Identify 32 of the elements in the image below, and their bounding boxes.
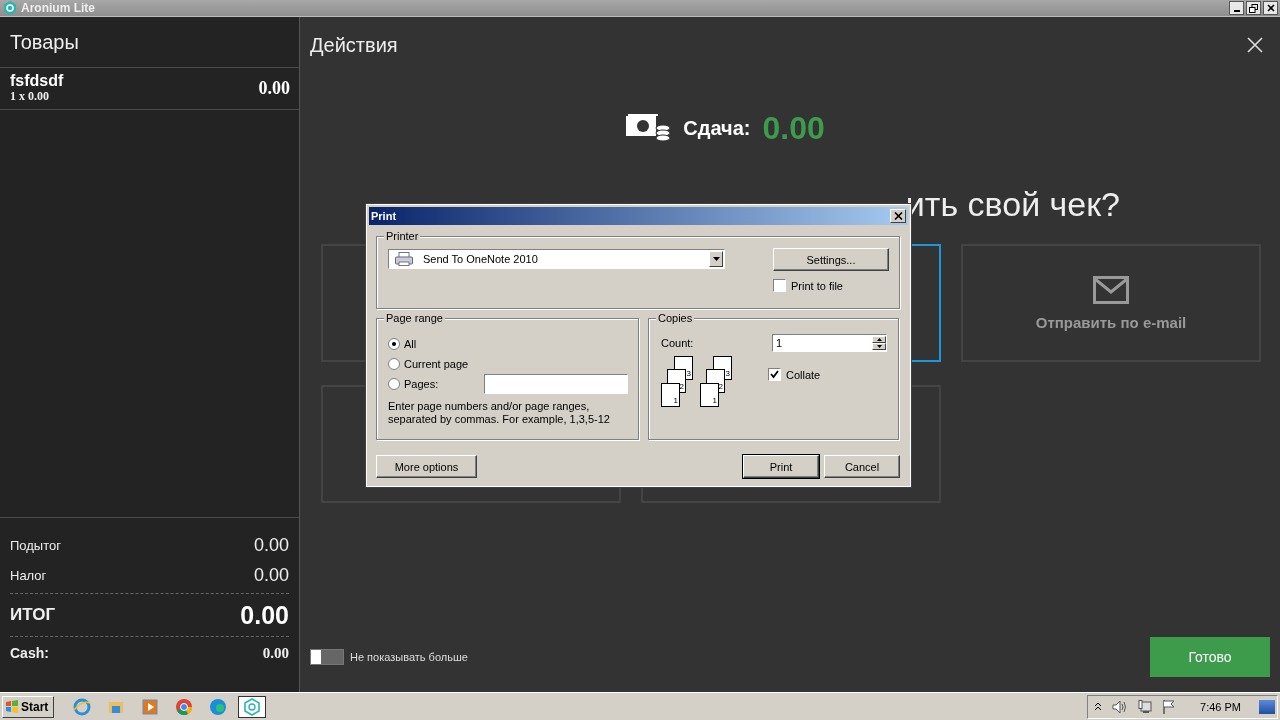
group-label: Copies	[656, 312, 695, 324]
total-value: 0.00	[253, 534, 289, 556]
total-value: 0.00	[240, 600, 289, 630]
count-label: Count:	[661, 337, 694, 349]
total-value: 0.00	[262, 644, 289, 662]
collate-pages-drawing: 3 2 1	[661, 356, 694, 408]
total-label: ИТОГ	[10, 605, 56, 625]
checkbox-label: Print to file	[791, 279, 843, 292]
group-label: Printer	[384, 230, 421, 242]
group-label: Page range	[384, 312, 445, 324]
collate-pages-drawing: 3 2 1	[700, 356, 733, 408]
total-label: Налог	[10, 567, 47, 583]
change-value: 0.00	[762, 109, 825, 147]
hint-text: separated by commas. For example, 1,3,5-12	[388, 413, 611, 426]
item-name: fsfdsdf	[10, 73, 64, 89]
radio-label: Current page	[404, 358, 469, 370]
panel-title: Товары	[10, 30, 79, 54]
radio-label: Pages:	[404, 378, 439, 390]
total-label: Подытог	[10, 537, 61, 553]
option-label: Отправить по e-mail	[1035, 313, 1187, 331]
hint-text: Enter page numbers and/or page ranges,	[388, 400, 591, 413]
dialog-title: Print	[371, 210, 397, 222]
window-title: Aronium Lite	[21, 1, 95, 15]
total-value: 0.00	[253, 564, 289, 586]
radio-label: All	[404, 338, 417, 350]
total-label: Cash:	[10, 645, 49, 661]
change-label: Сдача:	[683, 116, 751, 140]
item-quantity: 1 x 0.00	[10, 89, 50, 104]
toggle-label: Не показывать больше	[350, 651, 468, 663]
checkbox-label: Collate	[786, 368, 821, 381]
item-total: 0.00	[258, 78, 290, 99]
panel-title: Действия	[310, 33, 398, 57]
